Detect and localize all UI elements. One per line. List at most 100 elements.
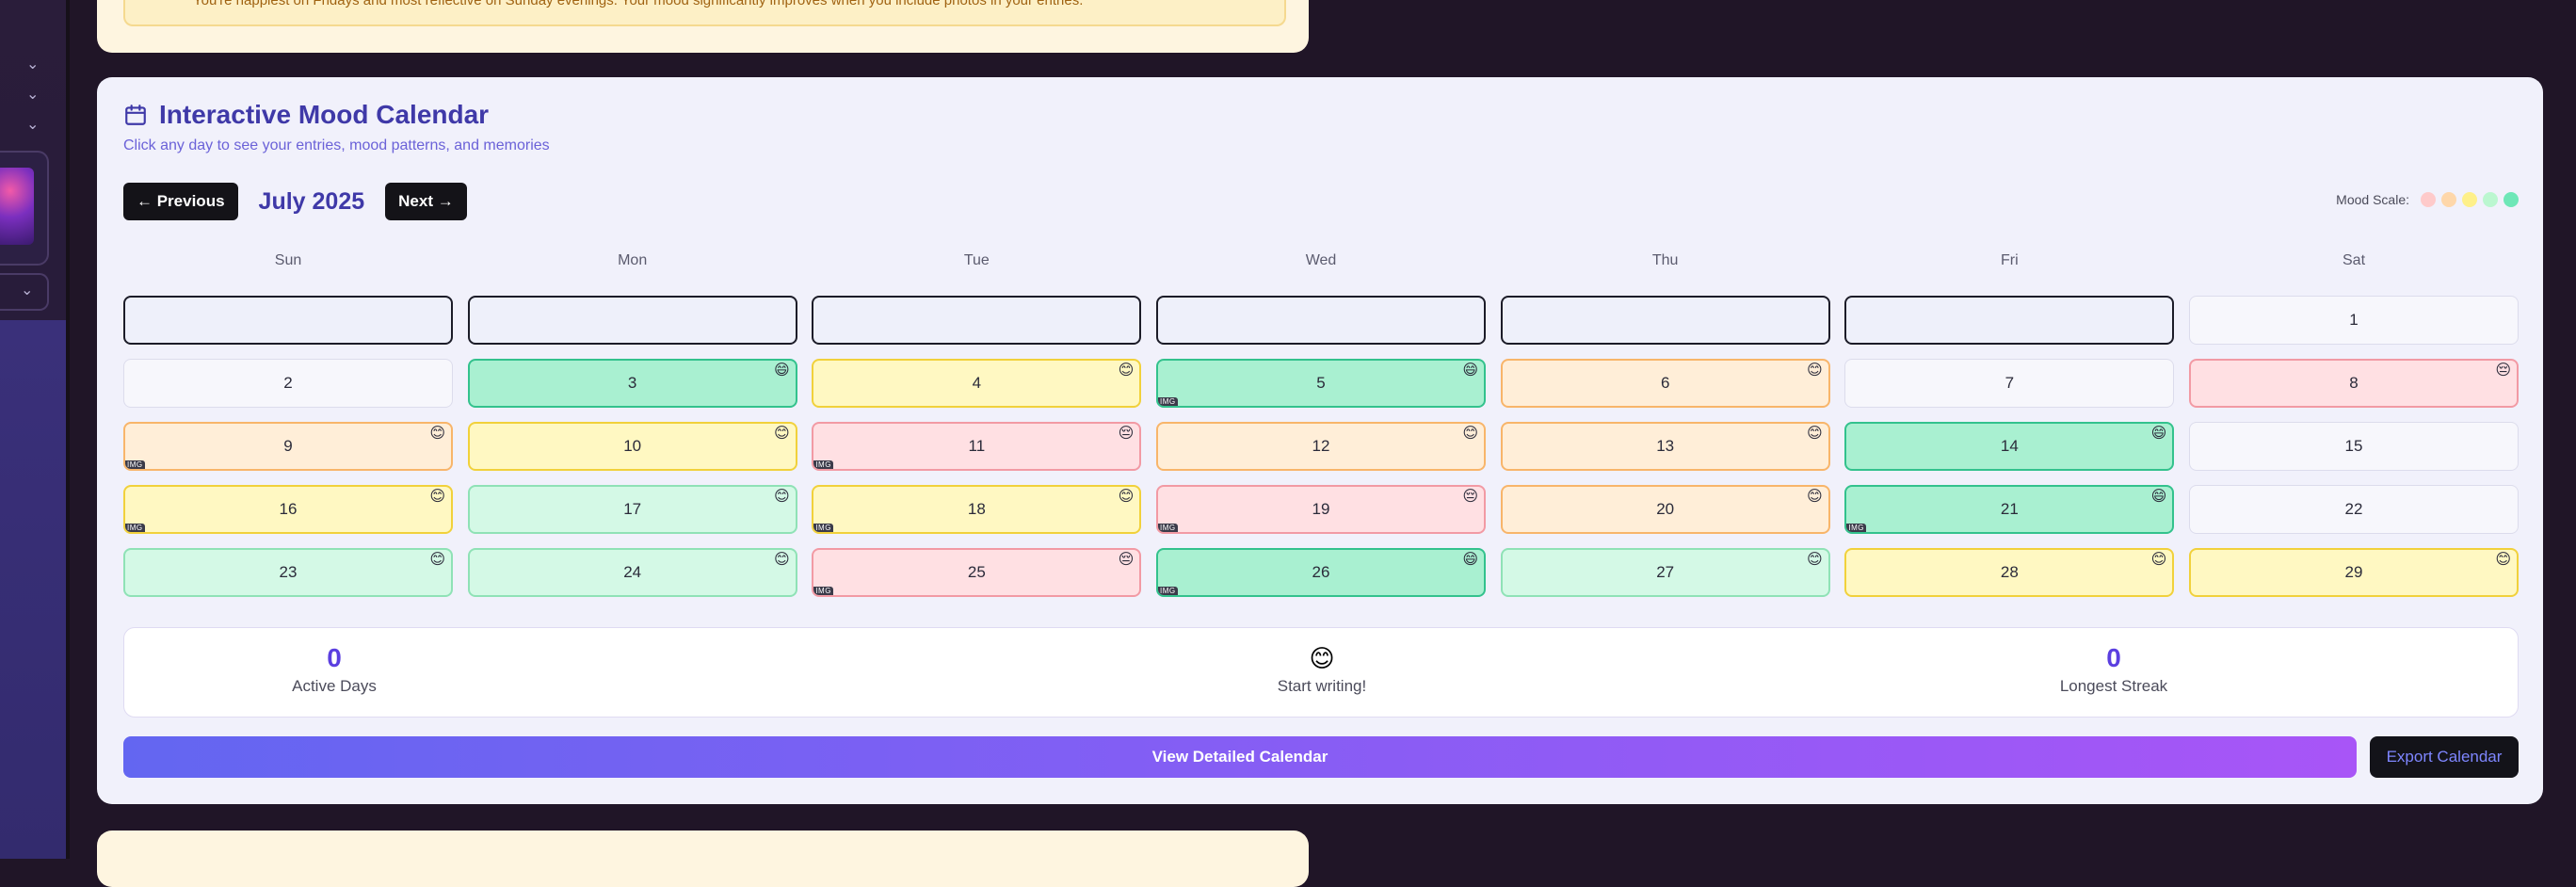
mood-scale-dot [2504, 192, 2519, 207]
calendar-day-13[interactable]: 13 😊 [1500, 422, 1830, 471]
calendar-day-empty[interactable] [123, 296, 453, 345]
calendar-day-4[interactable]: 4 😊 [812, 359, 1142, 408]
calendar-day-23[interactable]: 23 😊 [123, 548, 453, 597]
calendar-day-12[interactable]: 12 😊 [1156, 422, 1486, 471]
chevron-down-icon: ⌄ [21, 282, 34, 298]
calendar-day-21[interactable]: 21 😄 IMG [1844, 485, 2175, 534]
day-number: 7 [2004, 374, 2015, 392]
photo-indicator: IMG [813, 460, 833, 469]
calendar-day-3[interactable]: 3 😄 [467, 359, 797, 408]
view-detailed-calendar-button[interactable]: View Detailed Calendar [123, 736, 2357, 778]
mood-emoji-icon: 😄 [2150, 489, 2167, 505]
calendar-icon [125, 105, 146, 125]
calendar-grid: 1 2 3 😄 4 😊 5 😄 IMG 6 😊 7 8 😔 9 😊 IMG 10 😊 11 😔 IMG 12 😊 13 😊 14 😄 1… [123, 296, 2520, 616]
calendar-day-7[interactable]: 7 [1844, 359, 2175, 408]
sidebar-card[interactable] [0, 151, 49, 266]
calendar-day-empty[interactable] [1500, 296, 1830, 345]
calendar-day-16[interactable]: 16 😊 IMG [123, 485, 453, 534]
calendar-day-27[interactable]: 27 😊 [1500, 548, 1830, 597]
calendar-day-26[interactable]: 26 😄 IMG [1156, 548, 1486, 597]
month-label: July 2025 [258, 187, 365, 215]
sidebar-dropdown[interactable]: ⌄ [0, 273, 49, 311]
calendar-day-29[interactable]: 29 😊 [2189, 548, 2520, 597]
calendar-stats: 0 Active Days 😊 Start writing! 0 Longest… [123, 627, 2519, 718]
day-number: 18 [967, 500, 986, 518]
day-number: 27 [1656, 563, 1675, 581]
day-number: 9 [283, 437, 293, 455]
weekday-label: Sun [274, 252, 302, 268]
chevron-down-icon[interactable]: ⌄ [26, 115, 39, 134]
calendar-day-14[interactable]: 14 😄 [1844, 422, 2175, 471]
calendar-day-15[interactable]: 15 [2189, 422, 2520, 471]
calendar-day-10[interactable]: 10 😊 [467, 422, 797, 471]
calendar-header: Interactive Mood Calendar [123, 100, 489, 130]
day-number: 15 [2344, 437, 2363, 455]
mood-emoji-icon: 😊 [429, 489, 445, 505]
day-number: 20 [1656, 500, 1675, 518]
mood-emoji-icon: 😔 [2495, 363, 2512, 379]
mood-scale-label: Mood Scale: [2336, 192, 2409, 207]
day-number: 12 [1312, 437, 1330, 455]
weekday-label: Sat [2343, 252, 2366, 268]
chevron-down-icon[interactable]: ⌄ [26, 85, 39, 104]
mood-emoji-icon: 😊 [1806, 489, 1823, 505]
insights-text: You're happiest on Fridays and most refl… [193, 0, 1084, 8]
calendar-day-empty[interactable] [467, 296, 797, 345]
mood-emoji-icon: 😊 [2150, 552, 2167, 568]
mood-emoji-icon: 😊 [1806, 363, 1823, 379]
calendar-day-empty[interactable] [1156, 296, 1486, 345]
photo-indicator: IMG [1846, 524, 1866, 532]
day-number: 1 [2349, 311, 2359, 329]
export-calendar-button[interactable]: Export Calendar [2370, 736, 2519, 778]
longest-streak-label: Longest Streak [2059, 677, 2168, 695]
calendar-day-9[interactable]: 9 😊 IMG [123, 422, 453, 471]
mood-emoji-icon: 😊 [1462, 426, 1478, 442]
day-number: 26 [1312, 563, 1330, 581]
calendar-day-6[interactable]: 6 😊 [1500, 359, 1830, 408]
weekday-label: Fri [2001, 252, 2019, 268]
chevron-down-icon[interactable]: ⌄ [26, 55, 39, 73]
stat-longest-streak: 0 Longest Streak [1925, 643, 2302, 696]
calendar-day-22[interactable]: 22 [2189, 485, 2520, 534]
mood-emoji-icon: 😄 [773, 363, 790, 379]
mood-emoji-icon: 😊 [1118, 363, 1135, 379]
day-number: 21 [2000, 500, 2019, 518]
sidebar-divider [66, 0, 70, 859]
photo-indicator: IMG [1158, 524, 1178, 532]
calendar-day-5[interactable]: 5 😄 IMG [1156, 359, 1486, 408]
calendar-day-2[interactable]: 2 [123, 359, 453, 408]
calendar-day-empty[interactable] [1844, 296, 2175, 345]
calendar-day-18[interactable]: 18 😊 IMG [812, 485, 1142, 534]
active-days-value: 0 [327, 643, 342, 672]
calendar-day-empty[interactable] [812, 296, 1142, 345]
calendar-day-19[interactable]: 19 😔 IMG [1156, 485, 1486, 534]
next-month-button[interactable]: Next → [385, 183, 467, 220]
day-number: 19 [1312, 500, 1330, 518]
smile-icon: 😊 [1309, 644, 1335, 672]
day-number: 4 [972, 374, 982, 392]
calendar-day-20[interactable]: 20 😊 [1500, 485, 1830, 534]
mood-scale-dots [2421, 192, 2519, 207]
mood-emoji-icon: 😄 [1462, 363, 1478, 379]
calendar-day-24[interactable]: 24 😊 [467, 548, 797, 597]
calendar-day-1[interactable]: 1 [2189, 296, 2520, 345]
calendar-day-25[interactable]: 25 😔 IMG [812, 548, 1142, 597]
mood-calendar-card: Interactive Mood Calendar Click any day … [97, 77, 2543, 804]
stat-mood: 😊 Start writing! [1134, 643, 1510, 696]
mood-emoji-icon: 😊 [2495, 552, 2512, 568]
weekday-label: Mon [618, 252, 648, 268]
photo-indicator: IMG [813, 587, 833, 595]
mood-emoji-icon: 😔 [1462, 489, 1478, 505]
calendar-day-11[interactable]: 11 😔 IMG [812, 422, 1142, 471]
mood-emoji-icon: 😊 [429, 552, 445, 568]
day-number: 11 [968, 437, 986, 455]
day-number: 5 [1316, 374, 1326, 392]
mood-emoji-icon: 😊 [1806, 552, 1823, 568]
longest-streak-value: 0 [2106, 643, 2121, 672]
photo-indicator: IMG [125, 524, 145, 532]
weekday-label: Thu [1651, 252, 1679, 268]
calendar-day-28[interactable]: 28 😊 [1844, 548, 2175, 597]
calendar-day-17[interactable]: 17 😊 [467, 485, 797, 534]
calendar-day-8[interactable]: 8 😔 [2189, 359, 2520, 408]
previous-month-button[interactable]: ← Previous [123, 183, 238, 220]
